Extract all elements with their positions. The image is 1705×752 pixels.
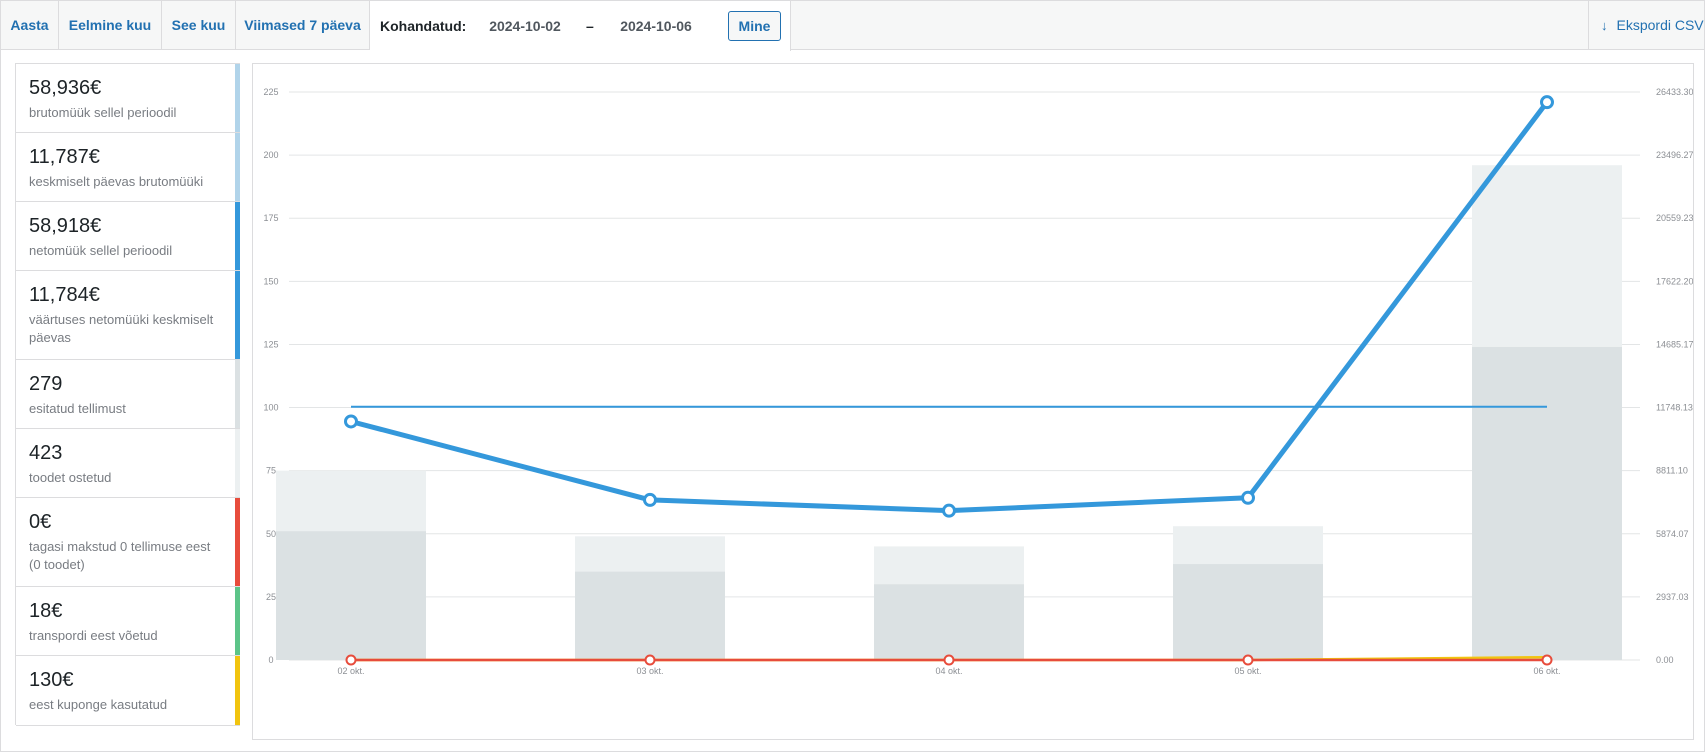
legend-description: toodet ostetud	[29, 470, 112, 485]
bar	[276, 531, 426, 660]
y-right-tick-label: 20559.23	[1656, 213, 1693, 223]
legend-value: 58,918€	[29, 215, 102, 237]
legend-item[interactable]: 11,784€ väärtuses netomüüki keskmiselt pä…	[16, 271, 240, 360]
legend-description: väärtuses netomüüki keskmiselt päevas	[29, 312, 214, 345]
x-tick-label: 03 okt.	[636, 666, 663, 676]
legend-item[interactable]: 11,787€ keskmiselt päevas brutomüüki	[16, 133, 240, 202]
legend-color-bar	[235, 656, 240, 725]
series-line	[350, 100, 1549, 514]
legend-value: 423	[29, 442, 63, 464]
legend-value: 11,784€	[29, 284, 100, 306]
data-point	[643, 492, 657, 507]
legend-color-bar	[235, 587, 240, 655]
y-right-tick-label: 26433.30	[1656, 87, 1693, 97]
y-right-tick-label: 17622.20	[1656, 276, 1693, 286]
start-date-input[interactable]: 2024-10-02	[480, 14, 570, 38]
legend-item[interactable]: 58,936€ brutomüük sellel perioodil	[16, 64, 240, 133]
tab-year[interactable]: Aasta	[1, 1, 59, 50]
x-tick-label: 04 okt.	[935, 666, 962, 676]
data-point	[644, 654, 656, 666]
y-left-tick-label: 0	[268, 655, 273, 665]
legend-color-bar	[235, 133, 240, 201]
legend-item[interactable]: 279 esitatud tellimust	[16, 360, 240, 429]
export-csv-label: Ekspordi CSV	[1616, 17, 1704, 33]
legend-description: netomüük sellel perioodil	[29, 243, 173, 258]
sales-chart: 0 25 50 75 100 125 150 175 200 225 0.00 2937.03 5874…	[263, 87, 1693, 676]
x-tick-label: 05 okt.	[1234, 666, 1261, 676]
legend-color-bar	[235, 360, 240, 428]
legend-description: esitatud tellimust	[29, 401, 126, 416]
bar	[874, 584, 1024, 660]
legend-value: 18€	[29, 600, 63, 622]
legend-item[interactable]: 18€ transpordi eest võetud	[16, 587, 240, 656]
tab-last-7-days[interactable]: Viimased 7 päeva	[236, 1, 370, 50]
sales-report: Aasta Eelmine kuu See kuu Viimased 7 päe…	[0, 0, 1705, 752]
y-right-tick-label: 11748.13	[1656, 403, 1693, 413]
y-left-tick-label: 200	[263, 150, 278, 160]
y-left-tick-label: 25	[266, 592, 276, 602]
y-left-tick-label: 100	[263, 403, 278, 413]
legend-description: keskmiselt päevas brutomüüki	[29, 174, 204, 189]
legend-description: brutomüük sellel perioodil	[29, 105, 177, 120]
chart-panel: 0 25 50 75 100 125 150 175 200 225 0.00 2937.03 5874…	[252, 63, 1694, 740]
y-left-tick-label: 125	[263, 339, 278, 349]
legend-item[interactable]: 0€ tagasi makstud 0 tellimuse eest (0 too…	[16, 498, 240, 587]
y-left-tick-label: 225	[263, 87, 278, 97]
legend-value: 279	[29, 373, 63, 395]
bar	[575, 571, 725, 660]
legend-color-bar	[235, 498, 240, 586]
export-csv-button[interactable]: ↓ Ekspordi CSV	[1588, 1, 1704, 50]
legend-color-bar	[235, 429, 240, 497]
legend-item[interactable]: 130€ eest kuponge kasutatud	[16, 656, 240, 726]
legend-item[interactable]: 423 toodet ostetud	[16, 429, 240, 498]
date-separator: –	[586, 18, 594, 34]
date-range-bar: Aasta Eelmine kuu See kuu Viimased 7 päe…	[1, 1, 1704, 51]
data-point	[345, 654, 357, 666]
go-button[interactable]: Mine	[728, 11, 781, 41]
y-right-tick-label: 0.00	[1656, 655, 1674, 665]
y-left-tick-label: 175	[263, 213, 278, 223]
data-point	[1242, 654, 1254, 666]
data-point	[942, 503, 956, 518]
data-point	[344, 414, 358, 429]
bar	[1472, 346, 1622, 660]
data-point	[1541, 654, 1553, 666]
y-right-tick-label: 2937.03	[1656, 592, 1689, 602]
legend-item[interactable]: 58,918€ netomüük sellel perioodil	[16, 202, 240, 271]
legend-description: tagasi makstud 0 tellimuse eest (0 toode…	[29, 539, 211, 572]
chart-legend: 58,936€ brutomüük sellel perioodil 11,787€…	[15, 63, 240, 726]
y-left-tick-label: 50	[266, 529, 276, 539]
legend-description: eest kuponge kasutatud	[29, 697, 168, 712]
y-right-tick-label: 5874.07	[1656, 529, 1689, 539]
x-tick-label: 06 okt.	[1533, 666, 1560, 676]
download-arrow-icon: ↓	[1601, 18, 1608, 33]
legend-description: transpordi eest võetud	[29, 628, 158, 643]
legend-value: 0€	[29, 511, 52, 533]
custom-range-label: Kohandatud:	[380, 18, 467, 34]
data-point	[943, 654, 955, 666]
end-date-input[interactable]: 2024-10-06	[611, 14, 701, 38]
legend-color-bar	[235, 64, 240, 132]
y-left-tick-label: 150	[263, 276, 278, 286]
data-point	[1540, 95, 1554, 110]
legend-value: 11,787€	[29, 146, 100, 168]
bar	[1173, 564, 1323, 660]
y-right-tick-label: 14685.17	[1656, 339, 1693, 349]
legend-value: 130€	[29, 669, 74, 691]
y-right-tick-label: 23496.27	[1656, 150, 1693, 160]
legend-color-bar	[235, 202, 240, 270]
custom-range-form: Kohandatud: 2024-10-02 – 2024-10-06 Mine	[370, 1, 791, 51]
tab-last-month[interactable]: Eelmine kuu	[59, 1, 162, 50]
x-tick-label: 02 okt.	[337, 666, 364, 676]
tab-this-month[interactable]: See kuu	[162, 1, 236, 50]
data-point	[1241, 490, 1255, 505]
y-left-tick-label: 75	[266, 466, 276, 476]
y-right-tick-label: 8811.10	[1656, 466, 1688, 476]
legend-value: 58,936€	[29, 77, 102, 99]
legend-color-bar	[235, 271, 240, 359]
